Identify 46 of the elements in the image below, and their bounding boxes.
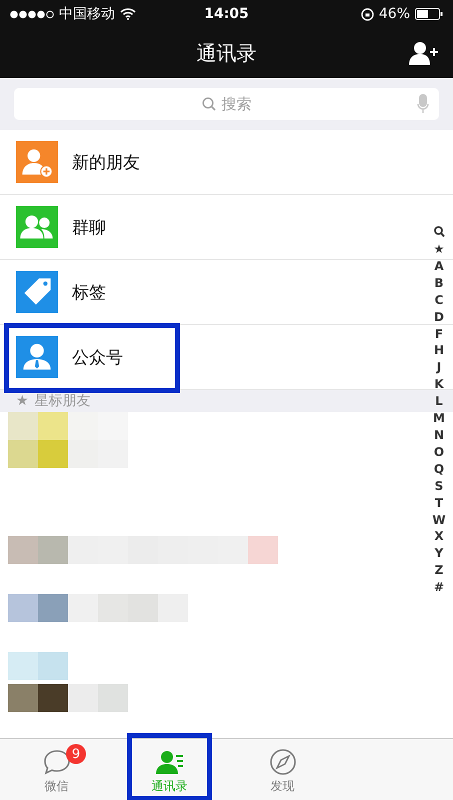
wifi-icon <box>120 8 136 20</box>
unread-badge: 9 <box>66 744 86 764</box>
index-letter[interactable]: Z <box>434 562 444 580</box>
index-letter[interactable]: L <box>435 393 443 410</box>
add-contact-button[interactable] <box>409 40 439 66</box>
official-icon <box>16 336 58 378</box>
index-letter[interactable]: J <box>436 359 442 376</box>
index-letter[interactable]: D <box>434 308 444 326</box>
tags-icon <box>16 271 58 313</box>
index-letter[interactable]: Y <box>434 545 444 562</box>
index-letter[interactable]: B <box>434 274 444 292</box>
entry-label: 标签 <box>72 282 106 304</box>
group-chat-icon <box>16 206 58 248</box>
search-icon <box>202 97 216 111</box>
star-mark: ★ <box>16 393 29 409</box>
index-letter[interactable]: C <box>434 292 444 309</box>
index-letter[interactable]: A <box>434 258 444 275</box>
index-letter[interactable]: Q <box>434 460 444 478</box>
index-letter[interactable]: S <box>434 478 444 495</box>
new-friends-icon <box>16 141 58 183</box>
search-icon[interactable] <box>434 226 444 238</box>
index-letter[interactable]: T <box>434 494 444 512</box>
entry-label: 公众号 <box>72 346 123 368</box>
tab[interactable]: 微信 9 <box>0 739 113 800</box>
battery-percent: 46% <box>378 6 410 22</box>
carrier-name: 中国移动 <box>59 5 115 23</box>
battery-icon <box>415 8 444 20</box>
contact-entry[interactable]: 新的朋友 <box>0 130 453 195</box>
index-letter[interactable]: F <box>434 326 444 342</box>
status-time: 14:05 <box>204 6 249 22</box>
index-letter[interactable]: X <box>434 528 444 546</box>
index-letter[interactable]: W <box>432 512 446 528</box>
section-title: 星标朋友 <box>34 392 91 410</box>
index-letter[interactable]: ★ <box>434 241 444 258</box>
signal-icon <box>10 10 54 18</box>
index-letter[interactable]: # <box>434 579 444 596</box>
index-letter[interactable]: H <box>434 342 444 360</box>
tab[interactable]: 发现 <box>226 739 339 800</box>
search-placeholder: 搜索 <box>222 94 252 114</box>
index-letter[interactable]: M <box>433 410 445 427</box>
rotation-lock-icon <box>360 8 374 20</box>
index-letter[interactable]: O <box>434 444 444 461</box>
entry-label: 群聊 <box>72 216 106 238</box>
index-letter[interactable]: N <box>434 426 444 444</box>
screen-title: 通讯录 <box>196 40 256 66</box>
entry-label: 新的朋友 <box>72 152 140 174</box>
